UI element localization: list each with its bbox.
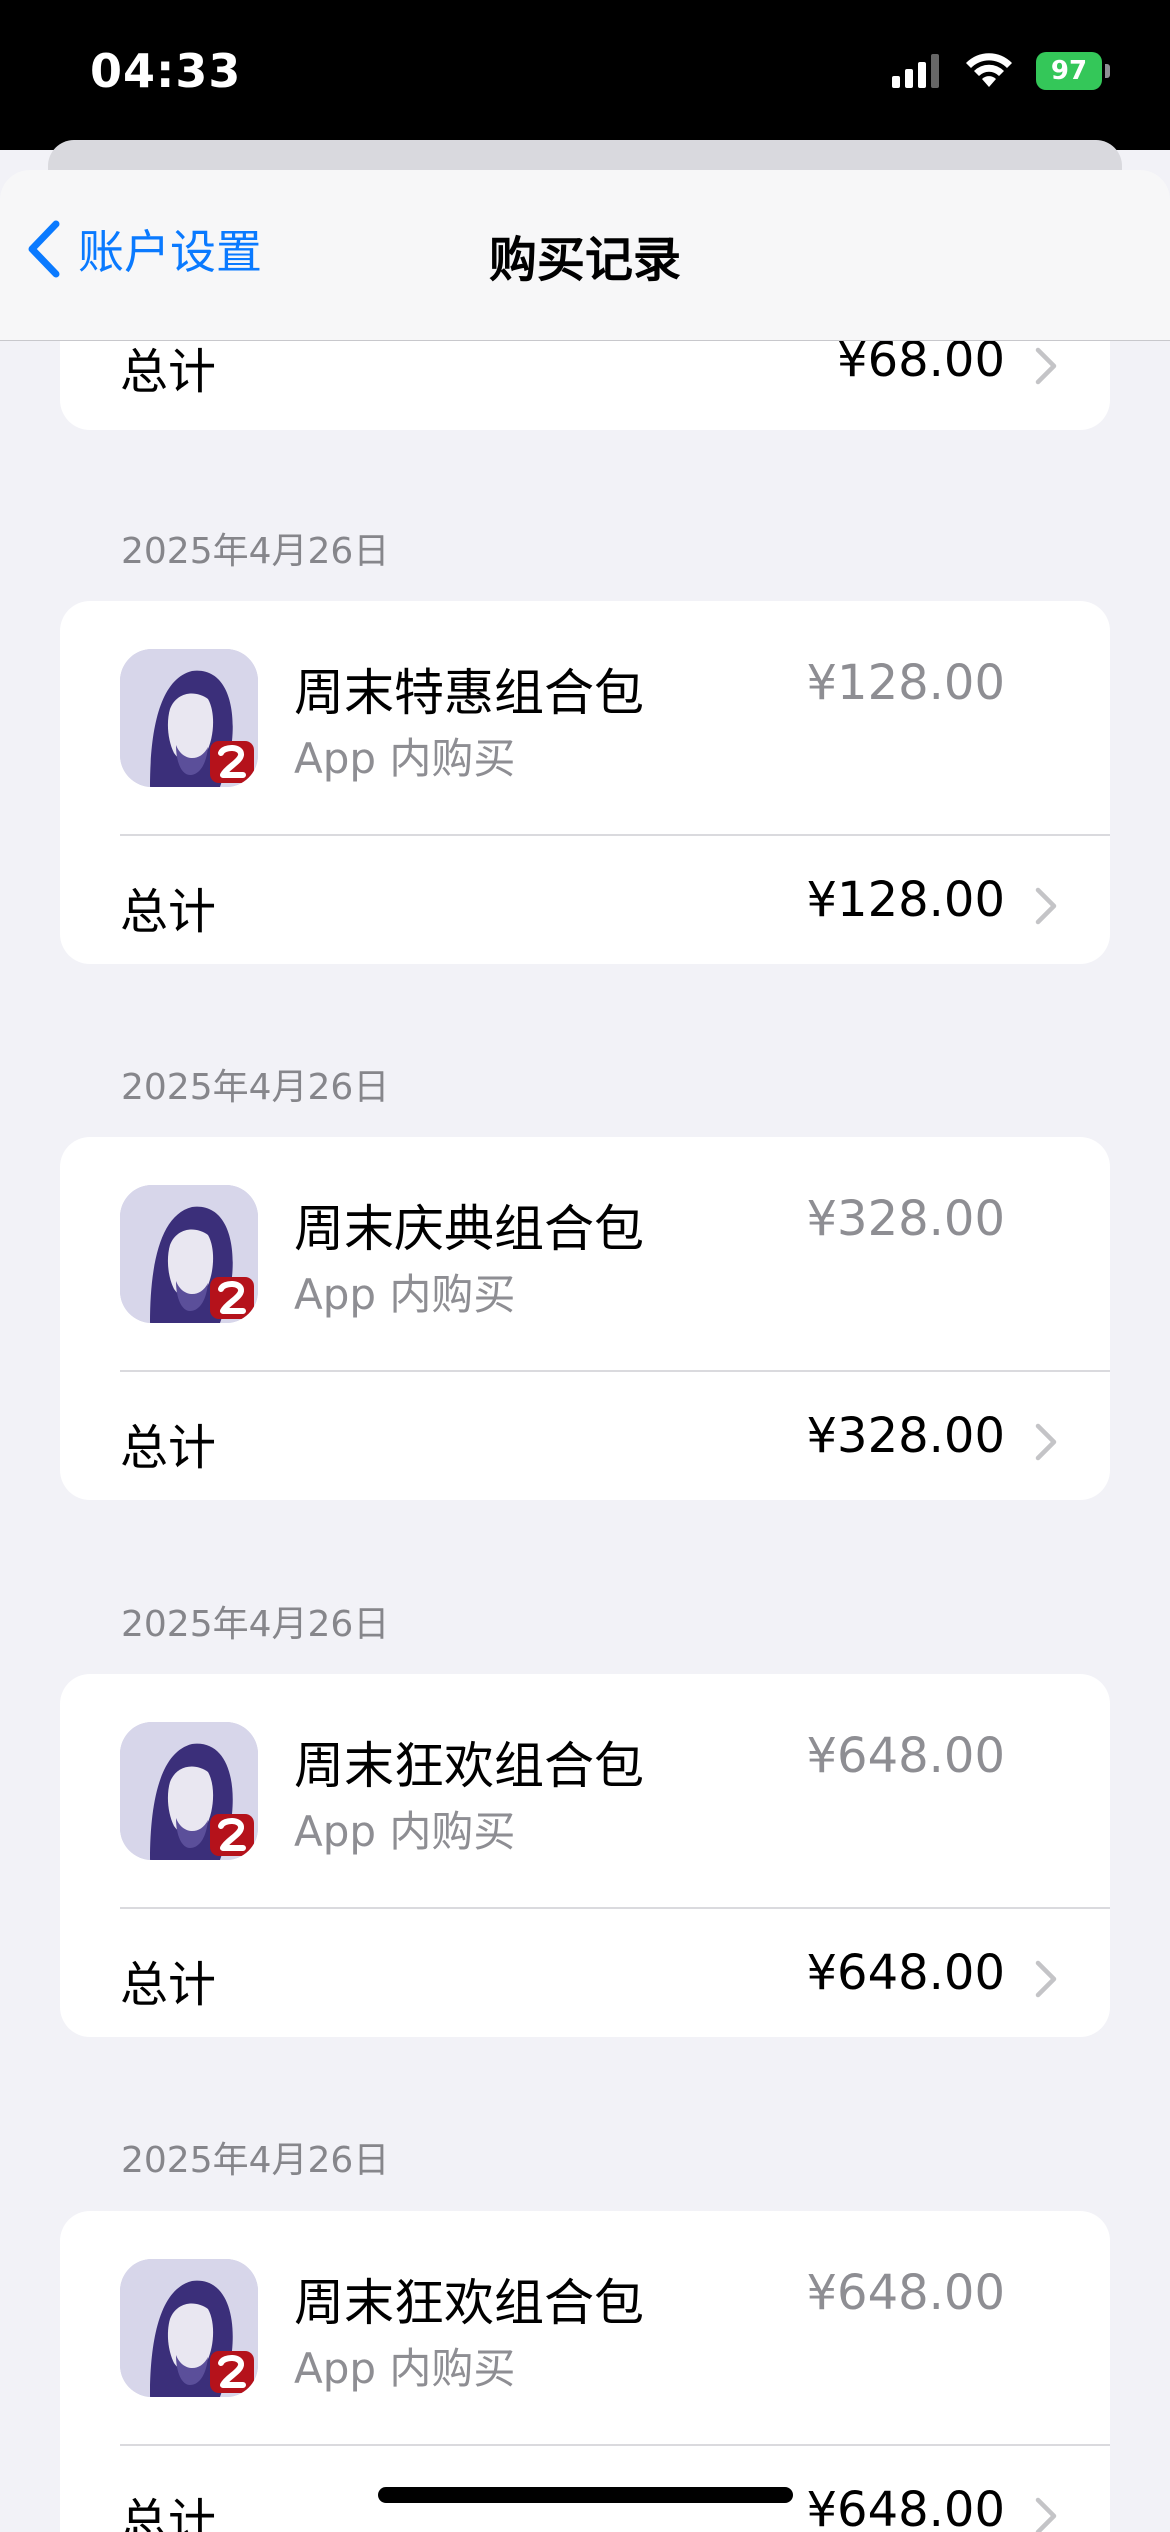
navigation-bar: 账户设置 购买记录 <box>0 170 1170 341</box>
total-label: 总计 <box>120 344 217 400</box>
cellular-signal-icon <box>892 54 939 88</box>
total-price: ¥648.00 <box>806 2482 1006 2532</box>
status-time: 04:33 <box>90 44 242 98</box>
status-icons: 97 <box>892 52 1110 90</box>
chevron-right-icon <box>1035 887 1057 925</box>
purchase-item-row: 周末狂欢组合包 App 内购买 ¥648.00 <box>60 1674 1110 1907</box>
purchase-item-row: 周末狂欢组合包 App 内购买 ¥648.00 <box>60 2211 1110 2444</box>
item-subtitle: App 内购买 <box>294 1270 516 1319</box>
item-price: ¥328.00 <box>806 1191 1006 1247</box>
total-row[interactable]: 总计 ¥328.00 <box>60 1370 1110 1500</box>
game-app-icon <box>120 649 258 787</box>
chevron-right-icon <box>1035 347 1057 385</box>
total-price: ¥328.00 <box>806 1408 1006 1464</box>
item-title: 周末狂欢组合包 <box>294 1737 644 1795</box>
battery-tip <box>1105 64 1110 78</box>
game-app-icon <box>120 2259 258 2397</box>
total-label: 总计 <box>120 2494 217 2532</box>
purchase-card: 周末特惠组合包 App 内购买 ¥128.00 总计 ¥128.00 <box>60 601 1110 964</box>
purchase-item-row: 周末庆典组合包 App 内购买 ¥328.00 <box>60 1137 1110 1370</box>
status-bar: 04:33 97 <box>0 0 1170 150</box>
wifi-icon <box>966 53 1012 87</box>
chevron-right-icon <box>1035 1960 1057 1998</box>
item-subtitle: App 内购买 <box>294 734 516 783</box>
purchase-date: 2025年4月26日 <box>121 1604 390 1645</box>
game-app-icon <box>120 1722 258 1860</box>
purchase-card: 周末庆典组合包 App 内购买 ¥328.00 总计 ¥328.00 <box>60 1137 1110 1500</box>
chevron-right-icon <box>1035 1423 1057 1461</box>
purchase-card: 周末狂欢组合包 App 内购买 ¥648.00 总计 ¥648.00 <box>60 2211 1110 2532</box>
item-title: 周末狂欢组合包 <box>294 2274 644 2332</box>
total-row[interactable]: 总计 ¥128.00 <box>60 834 1110 964</box>
home-indicator[interactable] <box>378 2487 793 2503</box>
total-label: 总计 <box>120 1420 217 1476</box>
item-title: 周末特惠组合包 <box>294 664 644 722</box>
purchase-date: 2025年4月26日 <box>121 1067 390 1108</box>
total-label: 总计 <box>120 884 217 940</box>
total-row[interactable]: 总计 ¥648.00 <box>60 1907 1110 2037</box>
total-price: ¥648.00 <box>806 1945 1006 2001</box>
total-label: 总计 <box>120 1957 217 2013</box>
chevron-right-icon <box>1035 2497 1057 2532</box>
purchase-card: 周末狂欢组合包 App 内购买 ¥648.00 总计 ¥648.00 <box>60 1674 1110 2037</box>
battery-icon: 97 <box>1036 52 1110 90</box>
game-app-icon <box>120 1185 258 1323</box>
battery-level: 97 <box>1036 52 1102 90</box>
item-price: ¥648.00 <box>806 2265 1006 2321</box>
item-subtitle: App 内购买 <box>294 2344 516 2393</box>
purchase-item-row: 周末特惠组合包 App 内购买 ¥128.00 <box>60 601 1110 834</box>
screen: 04:33 97 账户设置 购买记录 总计 ¥68.00 2025年4月26日 … <box>0 0 1170 2532</box>
item-title: 周末庆典组合包 <box>294 1200 644 1258</box>
total-price: ¥128.00 <box>806 872 1006 928</box>
purchase-date: 2025年4月26日 <box>121 531 390 572</box>
page-title: 购买记录 <box>488 232 681 288</box>
item-subtitle: App 内购买 <box>294 1807 516 1856</box>
item-price: ¥648.00 <box>806 1728 1006 1784</box>
purchase-date: 2025年4月26日 <box>121 2140 390 2181</box>
item-price: ¥128.00 <box>806 655 1006 711</box>
